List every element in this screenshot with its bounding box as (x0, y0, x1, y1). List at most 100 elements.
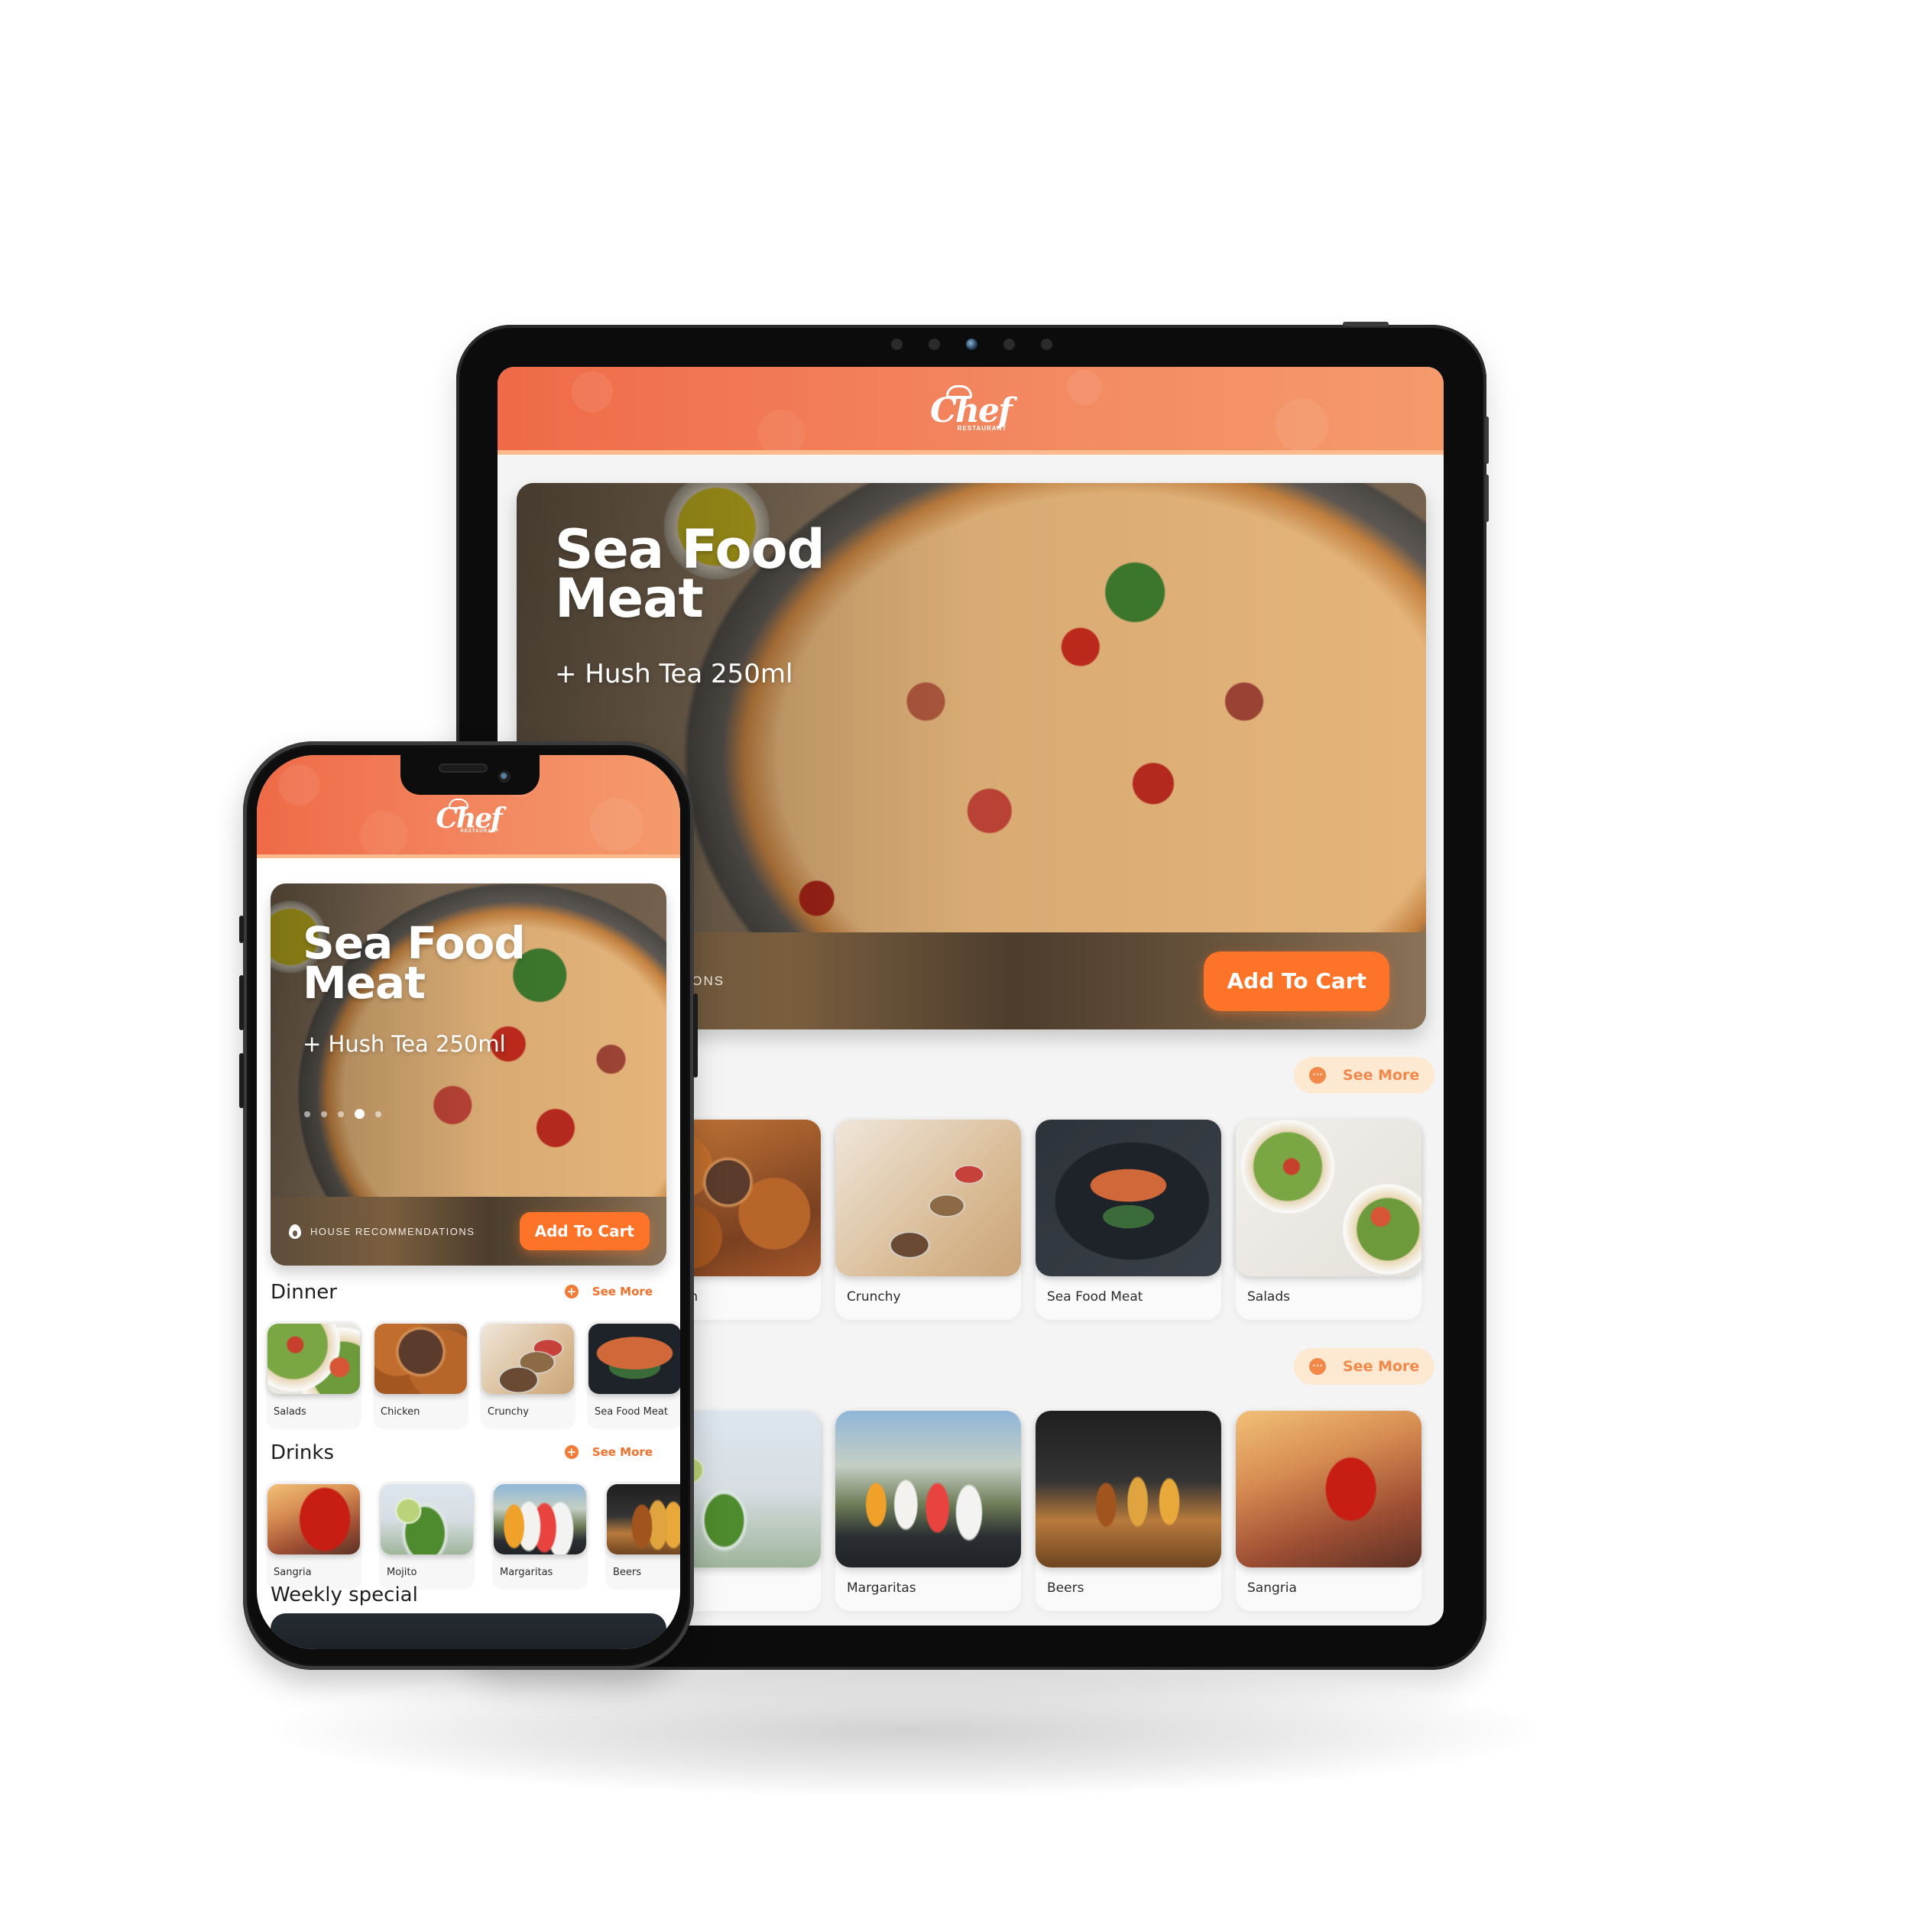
carousel-dot[interactable] (321, 1110, 327, 1117)
menu-card-label: Beers (1047, 1580, 1084, 1596)
logo-text: Chef (930, 391, 1013, 430)
flame-icon (289, 1224, 301, 1239)
menu-card-chicken[interactable]: Chicken (373, 1321, 468, 1429)
menu-card-image (835, 1120, 1021, 1276)
hero-subtitle: + Hush Tea 250ml (303, 1031, 506, 1057)
menu-card-image (588, 1324, 680, 1394)
sensor-dot (1040, 339, 1052, 350)
hero-title: Sea Food Meat (303, 921, 526, 1005)
menu-card-label: Margaritas (847, 1580, 916, 1596)
see-more-label: See More (1343, 1358, 1420, 1375)
see-more-label: See More (592, 1285, 653, 1298)
plus-circle-icon: + (564, 1285, 579, 1298)
menu-card-image (481, 1324, 574, 1394)
menu-card-label: Beers (613, 1567, 642, 1578)
menu-card-label: Chicken (381, 1406, 420, 1418)
hero-banner[interactable]: Sea Food Meat + Hush Tea 250ml HOUSE REC… (271, 883, 666, 1266)
menu-card-salads[interactable]: Salads (1236, 1120, 1421, 1320)
menu-card-image (1236, 1411, 1421, 1567)
carousel-indicator (304, 1109, 381, 1119)
menu-card-label: Sea Food Meat (595, 1406, 668, 1418)
speaker-grille (439, 763, 488, 773)
dinner-row: Salads Chicken Crunchy Sea Food Meat (257, 1321, 680, 1435)
sensor-dot (1003, 339, 1015, 350)
menu-card-label: Sea Food Meat (1047, 1289, 1143, 1305)
phone-volume-up-button (239, 975, 244, 1030)
menu-card-sea-food-meat[interactable]: Sea Food Meat (587, 1321, 680, 1429)
camera-lens-icon (965, 339, 977, 350)
see-more-label: See More (1343, 1067, 1420, 1084)
hero-title-line2: Meat (555, 567, 704, 630)
menu-card-sangria[interactable]: Sangria (266, 1481, 361, 1590)
menu-card-sangria[interactable]: Sangria (1236, 1411, 1421, 1611)
menu-card-salads[interactable]: Salads (266, 1321, 361, 1429)
phone-mute-switch (239, 916, 244, 943)
sensor-dot (890, 339, 903, 350)
menu-card-image (381, 1484, 473, 1554)
menu-card-label: Salads (1247, 1289, 1290, 1305)
phone-volume-down-button (239, 1053, 244, 1108)
hero-action-bar: HOUSE RECOMMENDATIONS Add To Cart (271, 1197, 666, 1266)
menu-card-image (835, 1411, 1021, 1567)
menu-card-margaritas[interactable]: Margaritas (835, 1411, 1021, 1611)
sensor-dot (928, 339, 940, 350)
phone-notch (400, 755, 540, 795)
carousel-dot[interactable] (304, 1110, 310, 1117)
menu-card-label: Mojito (387, 1567, 417, 1578)
add-to-cart-button[interactable]: Add To Cart (1204, 951, 1389, 1011)
see-more-label: See More (592, 1445, 653, 1459)
tablet-volume-up-button (1485, 417, 1489, 464)
carousel-dot[interactable] (338, 1110, 344, 1117)
badge-label: HOUSE RECOMMENDATIONS (310, 1225, 475, 1237)
tablet-camera-array (456, 339, 1486, 354)
logo-subtext: RESTAURANT (957, 425, 1007, 432)
menu-card-sea-food-meat[interactable]: Sea Food Meat (1036, 1120, 1221, 1320)
menu-card-label: Sangria (274, 1567, 312, 1578)
menu-card-crunchy[interactable]: Crunchy (835, 1120, 1021, 1320)
menu-card-image (1236, 1120, 1421, 1276)
see-more-button[interactable]: See More (1294, 1057, 1435, 1094)
brand-logo[interactable]: Chef RESTAURANT (436, 799, 503, 835)
menu-card-beers[interactable]: Beers (1036, 1411, 1221, 1611)
menu-card-label: Crunchy (488, 1406, 529, 1418)
device-floor-shadow (275, 1666, 1536, 1796)
carousel-dot[interactable] (375, 1110, 381, 1117)
weekly-special-card[interactable] (271, 1613, 666, 1649)
phone-power-button (693, 994, 698, 1078)
menu-card-label: Sangria (1247, 1580, 1297, 1596)
section-title-dinner: Dinner (271, 1281, 337, 1304)
menu-card-label: Margaritas (500, 1567, 553, 1578)
plus-circle-icon: + (564, 1445, 579, 1459)
tablet-volume-down-button (1485, 475, 1489, 522)
phone-device: Chef RESTAURANT Sea Food Meat + Hush Tea… (239, 741, 698, 1670)
menu-card-image (1036, 1411, 1221, 1567)
menu-card-image (267, 1324, 360, 1394)
see-more-button-dinner[interactable]: + See More (564, 1285, 653, 1298)
hero-title: Sea Food Meat (555, 523, 825, 630)
logo-text: Chef (436, 802, 502, 835)
house-recommendations-badge: HOUSE RECOMMENDATIONS (289, 1224, 475, 1239)
menu-card-label: Salads (274, 1406, 306, 1418)
menu-card-image (1036, 1120, 1221, 1276)
tablet-top-button (1343, 322, 1389, 326)
app-header: Chef RESTAURANT (498, 367, 1444, 455)
menu-card-beers[interactable]: Beers (605, 1481, 680, 1590)
menu-card-label: Crunchy (847, 1289, 901, 1305)
front-camera-icon (498, 770, 511, 783)
menu-card-image (267, 1484, 360, 1554)
section-title-weekly-special: Weekly special (271, 1584, 418, 1606)
menu-card-margaritas[interactable]: Margaritas (492, 1481, 588, 1590)
see-more-button-drinks[interactable]: + See More (564, 1445, 653, 1459)
menu-card-mojito[interactable]: Mojito (379, 1481, 475, 1590)
see-more-button[interactable]: See More (1294, 1348, 1435, 1385)
menu-card-image (494, 1484, 586, 1554)
more-dots-icon (1309, 1067, 1326, 1084)
add-to-cart-button[interactable]: Add To Cart (519, 1212, 650, 1250)
carousel-dot-active[interactable] (355, 1109, 365, 1119)
phone-screen: Chef RESTAURANT Sea Food Meat + Hush Tea… (257, 755, 680, 1649)
menu-card-image (374, 1324, 467, 1394)
brand-logo[interactable]: Chef RESTAURANT (930, 385, 1013, 432)
more-dots-icon (1309, 1358, 1326, 1375)
menu-card-crunchy[interactable]: Crunchy (480, 1321, 575, 1429)
logo-subtext: RESTAURANT (460, 829, 500, 834)
